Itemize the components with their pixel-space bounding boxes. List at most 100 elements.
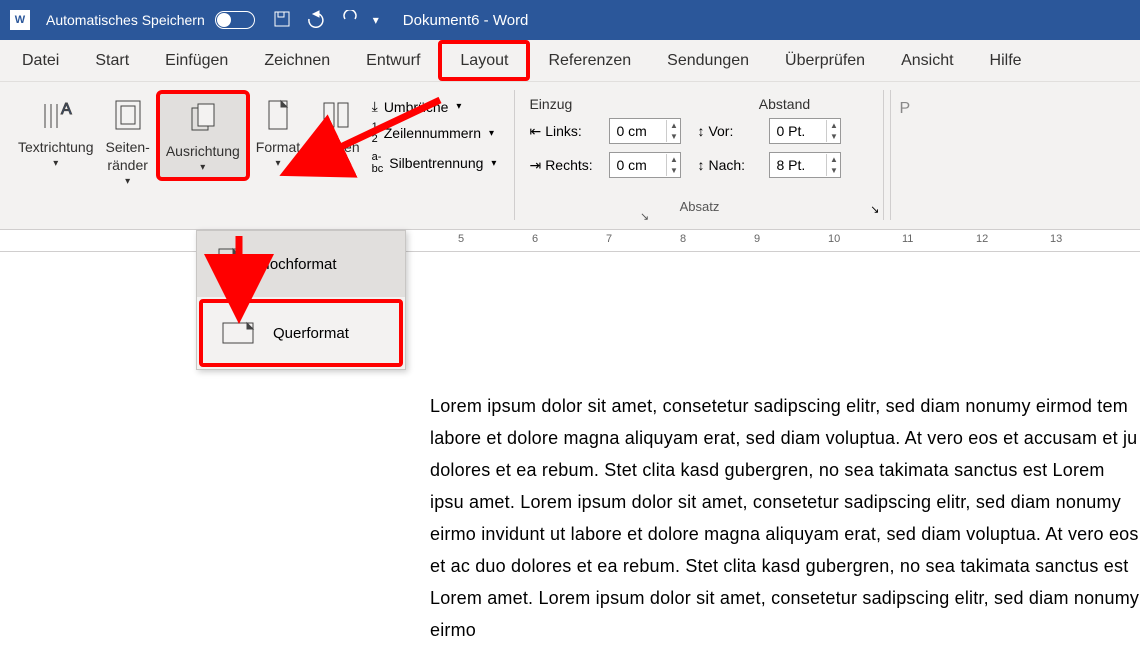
group-page-setup: A Textrichtung ▾ Seiten- ränder ▾ Ausric… <box>6 90 508 220</box>
margins-button[interactable]: Seiten- ränder ▾ <box>99 90 155 191</box>
breaks-icon: ⤓ <box>372 98 378 115</box>
chevron-down-icon: ▾ <box>53 158 58 169</box>
indent-left-spinner[interactable]: ▲▼ <box>609 118 681 144</box>
indent-right-input[interactable] <box>610 157 666 173</box>
toggle-switch-icon[interactable] <box>215 11 255 29</box>
ruler-number: 5 <box>458 233 464 245</box>
horizontal-ruler[interactable]: 345678910111213 <box>0 230 1140 252</box>
step-down-icon[interactable]: ▼ <box>827 131 840 142</box>
spacing-after-spinner[interactable]: ▲▼ <box>769 152 841 178</box>
step-up-icon[interactable]: ▲ <box>827 120 840 131</box>
spacing-heading: Abstand <box>699 96 869 112</box>
quick-access-toolbar: ▾ <box>273 10 379 31</box>
step-down-icon[interactable]: ▼ <box>827 165 840 176</box>
chevron-down-icon: ▾ <box>333 158 338 169</box>
orientation-landscape-item[interactable]: Querformat <box>199 299 403 367</box>
breaks-label: Umbrüche <box>384 99 449 115</box>
hyphenation-icon: a-bc <box>372 151 384 175</box>
breaks-button[interactable]: ⤓ Umbrüche ▾ <box>372 98 497 115</box>
tab-ueberpruefen[interactable]: Überprüfen <box>767 40 883 81</box>
chevron-down-icon: ▾ <box>489 128 494 139</box>
ruler-number: 13 <box>1050 233 1062 245</box>
orientation-label: Ausrichtung <box>166 142 240 160</box>
orientation-button[interactable]: Ausrichtung ▾ <box>156 90 250 181</box>
tab-entwurf[interactable]: Entwurf <box>348 40 438 81</box>
indent-heading: Einzug <box>529 96 699 112</box>
indent-right-label: ⇥Rechts: <box>529 157 593 174</box>
margins-label: Seiten- ränder <box>105 138 149 174</box>
tab-datei[interactable]: Datei <box>4 40 77 81</box>
document-body-text[interactable]: Lorem ipsum dolor sit amet, consetetur s… <box>430 390 1140 646</box>
columns-label: Spalten <box>312 138 359 156</box>
spacing-after-label: ↕Nach: <box>697 157 753 173</box>
tab-ansicht[interactable]: Ansicht <box>883 40 971 81</box>
ruler-number: 11 <box>902 233 913 245</box>
size-label: Format <box>256 138 300 156</box>
indent-left-label: ⇤Links: <box>529 123 593 140</box>
position-button-cropped[interactable]: P <box>890 90 918 220</box>
autosave-toggle[interactable]: Automatisches Speichern <box>46 11 255 29</box>
spacing-after-input[interactable] <box>770 157 826 173</box>
chevron-down-icon: ▾ <box>200 162 205 173</box>
tab-hilfe[interactable]: Hilfe <box>972 40 1040 81</box>
document-title: Dokument6 - Word <box>403 12 529 29</box>
spacing-after-icon: ↕ <box>697 157 704 173</box>
undo-icon[interactable] <box>305 10 327 31</box>
chevron-down-icon: ▾ <box>456 101 461 112</box>
tab-sendungen[interactable]: Sendungen <box>649 40 767 81</box>
page-setup-small-controls: ⤓ Umbrüche ▾ 12 Zeilennummern ▾ a-bc Sil… <box>366 90 503 183</box>
chevron-down-icon: ▾ <box>491 158 496 169</box>
paragraph-launcher-icon[interactable]: ↘ <box>870 203 879 216</box>
ribbon-layout: A Textrichtung ▾ Seiten- ränder ▾ Ausric… <box>0 82 1140 230</box>
spacing-before-input[interactable] <box>770 123 826 139</box>
columns-button[interactable]: Spalten ▾ <box>306 90 365 173</box>
ruler-number: 7 <box>606 233 612 245</box>
indent-right-spinner[interactable]: ▲▼ <box>609 152 681 178</box>
ruler-number: 6 <box>532 233 538 245</box>
chevron-down-icon: ▾ <box>125 176 130 187</box>
spacing-before-label: ↕Vor: <box>697 123 753 139</box>
ruler-number: 9 <box>754 233 760 245</box>
orientation-portrait-item[interactable]: Hochformat <box>197 231 405 297</box>
spacing-before-icon: ↕ <box>697 123 704 139</box>
customize-qat-icon[interactable]: ▾ <box>373 13 379 27</box>
step-down-icon[interactable]: ▼ <box>667 165 680 176</box>
tab-referenzen[interactable]: Referenzen <box>530 40 649 81</box>
step-up-icon[interactable]: ▲ <box>667 154 680 165</box>
orientation-landscape-label: Querformat <box>273 325 349 342</box>
group-paragraph: Einzug Abstand ⇤Links: ▲▼ ↕Vor: ▲▼ ⇥Rech… <box>514 90 884 220</box>
svg-text:A: A <box>61 101 72 118</box>
chevron-down-icon: ▾ <box>275 158 280 169</box>
step-up-icon[interactable]: ▲ <box>667 120 680 131</box>
step-up-icon[interactable]: ▲ <box>827 154 840 165</box>
tab-einfuegen[interactable]: Einfügen <box>147 40 246 81</box>
spacing-before-spinner[interactable]: ▲▼ <box>769 118 841 144</box>
step-down-icon[interactable]: ▼ <box>667 131 680 142</box>
tab-zeichnen[interactable]: Zeichnen <box>246 40 348 81</box>
title-bar: W Automatisches Speichern ▾ Dokument6 - … <box>0 0 1140 40</box>
redo-icon[interactable] <box>341 10 359 31</box>
tab-layout[interactable]: Layout <box>438 40 530 81</box>
orientation-dropdown: Hochformat Querformat <box>196 230 406 370</box>
paragraph-group-label: Absatz <box>680 199 720 214</box>
autosave-label: Automatisches Speichern <box>46 12 205 28</box>
indent-left-icon: ⇤ <box>529 123 541 140</box>
line-numbers-button[interactable]: 12 Zeilennummern ▾ <box>372 121 497 145</box>
size-button[interactable]: Format ▾ <box>250 90 306 173</box>
tab-start[interactable]: Start <box>77 40 147 81</box>
line-numbers-icon: 12 <box>372 121 378 145</box>
ruler-number: 10 <box>828 233 840 245</box>
orientation-portrait-label: Hochformat <box>259 256 337 273</box>
save-icon[interactable] <box>273 10 291 31</box>
word-app-icon: W <box>10 10 30 30</box>
hyphenation-button[interactable]: a-bc Silbentrennung ▾ <box>372 151 497 175</box>
ribbon-tabs: Datei Start Einfügen Zeichnen Entwurf La… <box>0 40 1140 82</box>
indent-right-icon: ⇥ <box>529 157 541 174</box>
hyphenation-label: Silbentrennung <box>389 155 483 171</box>
indent-left-input[interactable] <box>610 123 666 139</box>
ruler-number: 12 <box>976 233 988 245</box>
line-numbers-label: Zeilennummern <box>384 125 481 141</box>
text-direction-label: Textrichtung <box>18 138 93 156</box>
text-direction-button[interactable]: A Textrichtung ▾ <box>12 90 99 173</box>
ruler-number: 8 <box>680 233 686 245</box>
